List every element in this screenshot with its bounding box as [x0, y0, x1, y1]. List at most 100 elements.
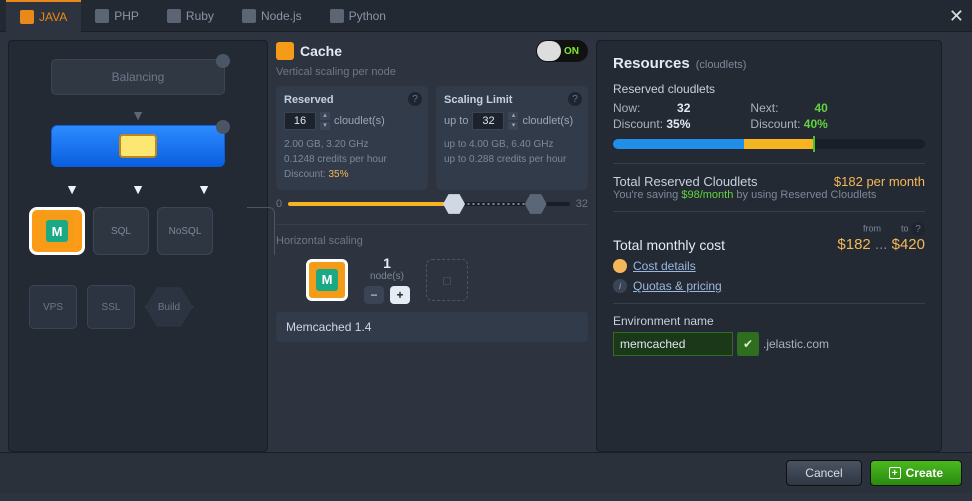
plus-icon: +	[889, 467, 901, 479]
spec-line: up to 4.00 GB, 6.40 GHz	[444, 137, 580, 152]
now-label: Now:	[613, 101, 640, 115]
tab-label: Node.js	[261, 9, 302, 23]
tab-label: PHP	[114, 9, 139, 23]
limit-cloudlets-input[interactable]	[472, 112, 504, 130]
cost-details-link[interactable]: Cost details	[633, 259, 696, 273]
trc-value: $182 per month	[834, 174, 925, 189]
hscale-label: Horizontal scaling	[276, 235, 588, 247]
build-tile[interactable]: Build	[145, 285, 193, 329]
unit-label: cloudlet(s)	[522, 115, 573, 127]
discount-label: Discount:	[613, 117, 663, 131]
next-label: Next:	[750, 101, 778, 115]
tab-nodejs[interactable]: Node.js	[228, 0, 316, 32]
spec-line: 2.00 GB, 3.20 GHz	[284, 137, 420, 152]
tab-label: JAVA	[39, 10, 67, 24]
to-label: to	[901, 224, 909, 234]
tab-ruby[interactable]: Ruby	[153, 0, 228, 32]
java-icon	[20, 10, 34, 24]
now-value: 32	[677, 101, 690, 115]
spin-up[interactable]: ▴	[320, 112, 330, 120]
app-server-node[interactable]	[51, 125, 225, 167]
arrow-down-icon: ▼	[65, 181, 79, 197]
toggle-label: ON	[564, 46, 579, 57]
ruby-icon	[167, 9, 181, 23]
close-icon[interactable]: ✕	[949, 6, 964, 27]
cost-high: $420	[892, 236, 925, 253]
discount-label: Discount:	[284, 169, 326, 180]
prefix-label: up to	[444, 115, 468, 127]
tile-label: Build	[158, 302, 180, 313]
section-title: Cache	[276, 42, 342, 60]
memcached-icon: M	[46, 220, 68, 242]
php-icon	[95, 9, 109, 23]
node-icon: M	[306, 259, 348, 301]
discount-value: 35%	[328, 169, 348, 180]
create-button[interactable]: +Create	[870, 460, 962, 486]
increase-nodes[interactable]: +	[390, 286, 410, 304]
quotas-link[interactable]: Quotas & pricing	[633, 279, 722, 293]
tmc-label: Total monthly cost	[613, 237, 725, 253]
tab-label: Ruby	[186, 9, 214, 23]
stack-name: Memcached 1.4	[276, 312, 588, 342]
ghost-node-icon: ◻	[426, 259, 468, 301]
card-title: Scaling Limit	[444, 94, 580, 106]
reserved-card: Reserved ? ▴ ▾ cloudlet(s) 2.00 GB, 3.20 …	[276, 86, 428, 190]
cache-toggle[interactable]: ON	[536, 40, 588, 62]
discount-now: 35%	[666, 117, 690, 131]
cloudlet-slider[interactable]: 0 32	[276, 198, 588, 210]
spin-down[interactable]: ▾	[508, 122, 518, 130]
topology-panel: Balancing ▼ ▼▼▼ M SQL NoSQL VPS SSL Buil…	[8, 40, 268, 452]
scaling-limit-card: Scaling Limit ? up to ▴ ▾ cloudlet(s) up …	[436, 86, 588, 190]
help-icon[interactable]: ?	[408, 92, 422, 106]
spin-down[interactable]: ▾	[320, 122, 330, 130]
reserved-cloudlets-input[interactable]	[284, 112, 316, 130]
env-name-input[interactable]	[613, 332, 733, 356]
unit-label: cloudlet(s)	[334, 115, 385, 127]
tab-java[interactable]: JAVA	[6, 0, 81, 32]
arrow-down-icon: ▼	[131, 181, 145, 197]
tab-php[interactable]: PHP	[81, 0, 153, 32]
help-icon[interactable]: ?	[568, 92, 582, 106]
toggle-knob	[537, 41, 561, 61]
decrease-nodes[interactable]: −	[364, 286, 384, 304]
from-label: from	[863, 224, 881, 234]
section-label: Reserved cloudlets	[613, 82, 925, 96]
slider-fill	[288, 202, 446, 206]
cancel-button[interactable]: Cancel	[786, 460, 861, 486]
vps-tile[interactable]: VPS	[29, 285, 77, 329]
cost-low: $182	[837, 236, 870, 253]
help-icon[interactable]: ?	[911, 222, 925, 236]
tile-label: VPS	[43, 302, 63, 313]
lang-tabs: JAVA PHP Ruby Node.js Python ✕	[0, 0, 972, 32]
ssl-tile[interactable]: SSL	[87, 285, 135, 329]
memcached-tile[interactable]: M	[29, 207, 85, 255]
gear-icon[interactable]	[216, 120, 230, 134]
cloudlet-bar	[613, 139, 925, 149]
slider-handle-reserved[interactable]	[443, 193, 465, 215]
connector-line	[247, 207, 275, 255]
sql-tile[interactable]: SQL	[93, 207, 149, 255]
domain-label: .jelastic.com	[763, 337, 829, 351]
tile-label: SQL	[111, 226, 131, 237]
panel-title: Resources	[613, 55, 690, 72]
spec-line: up to 0.288 credits per hour	[444, 152, 580, 167]
balancing-node[interactable]: Balancing	[51, 59, 225, 95]
coin-icon	[613, 259, 627, 273]
resources-panel: Resources(cloudlets) Reserved cloudlets …	[596, 40, 942, 452]
balancing-label: Balancing	[112, 70, 165, 84]
nosql-tile[interactable]: NoSQL	[157, 207, 213, 255]
tomcat-icon	[119, 134, 157, 158]
tile-label: SSL	[102, 302, 121, 313]
panel-subtitle: (cloudlets)	[696, 59, 747, 71]
tab-python[interactable]: Python	[316, 0, 400, 32]
saving-text: You're saving $98/month by using Reserve…	[613, 189, 925, 201]
memcached-icon: M	[316, 269, 338, 291]
info-icon: i	[613, 279, 627, 293]
card-title: Reserved	[284, 94, 420, 106]
spin-up[interactable]: ▴	[508, 112, 518, 120]
gear-icon[interactable]	[216, 54, 230, 68]
discount-label: Discount:	[750, 117, 800, 131]
slider-handle-limit[interactable]	[525, 193, 547, 215]
tab-label: Python	[349, 9, 386, 23]
arrow-row: ▼▼▼	[39, 181, 237, 197]
